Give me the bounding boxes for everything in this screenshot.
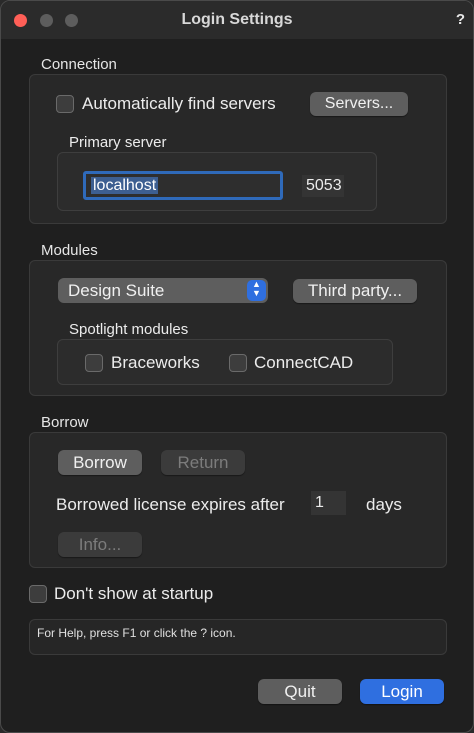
connectcad-checkbox[interactable]: [229, 354, 247, 372]
dont-show-at-startup-label: Don't show at startup: [54, 584, 214, 603]
primary-server-group: localhost 5053: [57, 152, 377, 211]
servers-button[interactable]: Servers...: [310, 92, 408, 116]
help-icon[interactable]: ?: [456, 11, 465, 28]
borrow-section-label: Borrow: [41, 414, 89, 431]
connection-group: Automatically find servers Servers... Pr…: [29, 74, 447, 224]
spotlight-modules-group: Braceworks ConnectCAD: [57, 339, 393, 385]
status-message-box: For Help, press F1 or click the ? icon.: [29, 619, 447, 655]
braceworks-label: Braceworks: [111, 353, 200, 372]
borrow-expires-label: Borrowed license expires after: [56, 495, 285, 514]
info-button[interactable]: Info...: [58, 532, 142, 557]
window-title: Login Settings: [181, 11, 293, 28]
borrow-button[interactable]: Borrow: [58, 450, 142, 475]
braceworks-checkbox[interactable]: [85, 354, 103, 372]
spotlight-modules-label: Spotlight modules: [69, 321, 189, 338]
third-party-button[interactable]: Third party...: [293, 279, 417, 303]
title-bar: Login Settings ?: [1, 1, 473, 39]
login-settings-window: Login Settings ? Connection Automaticall…: [0, 0, 474, 733]
module-select-value: Design Suite: [68, 281, 165, 300]
auto-find-servers-checkbox[interactable]: [56, 95, 74, 113]
status-message-text: For Help, press F1 or click the ? icon.: [37, 626, 236, 640]
host-input-value: localhost: [91, 177, 159, 194]
quit-button[interactable]: Quit: [258, 679, 342, 704]
borrow-days-input[interactable]: 1: [311, 491, 346, 515]
borrow-days-unit: days: [366, 495, 402, 514]
connection-section-label: Connection: [41, 56, 117, 73]
module-select[interactable]: Design Suite ▲ ▼: [58, 278, 268, 303]
primary-server-label: Primary server: [69, 134, 167, 151]
connectcad-label: ConnectCAD: [254, 353, 354, 372]
chevron-up-down-icon: ▲ ▼: [247, 280, 266, 301]
port-input[interactable]: 5053: [302, 175, 344, 197]
borrow-group: Borrow Return Borrowed license expires a…: [29, 432, 447, 568]
return-button[interactable]: Return: [161, 450, 245, 475]
modules-group: Design Suite ▲ ▼ Third party... Spotlight…: [29, 260, 447, 396]
modules-section-label: Modules: [41, 242, 98, 259]
dont-show-at-startup-checkbox[interactable]: [29, 585, 47, 603]
login-button[interactable]: Login: [360, 679, 444, 704]
auto-find-servers-label: Automatically find servers: [82, 94, 276, 113]
host-input[interactable]: localhost: [83, 171, 283, 200]
